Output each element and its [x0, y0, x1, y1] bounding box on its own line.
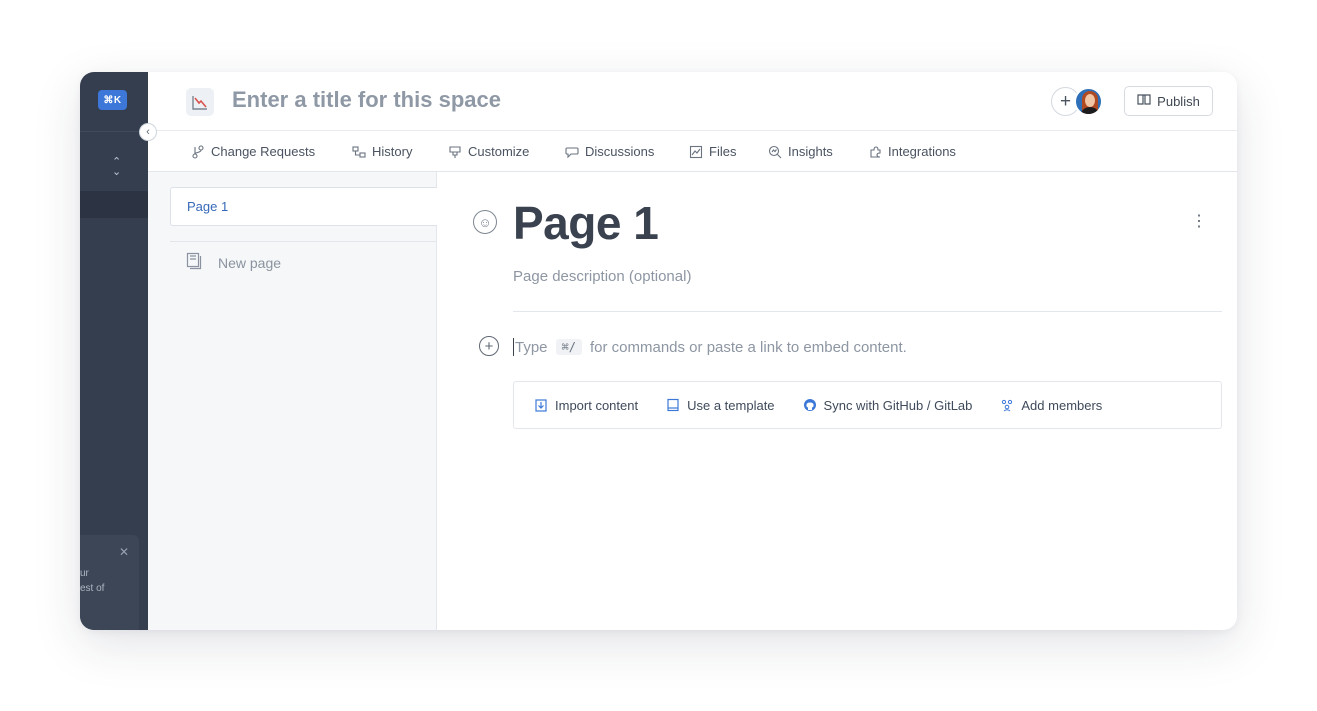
hint-text-before: Type	[515, 338, 548, 356]
editor-divider	[513, 311, 1222, 312]
new-page-label: New page	[218, 254, 282, 271]
sidebar-active-item[interactable]	[80, 191, 148, 218]
chat-bubble-icon	[564, 145, 580, 159]
tab-discussions[interactable]: Discussions	[564, 132, 654, 171]
tree-divider	[170, 241, 436, 242]
emoji-icon[interactable]: ☺	[473, 210, 497, 234]
new-page-icon	[186, 252, 204, 273]
add-members-button[interactable]: Add members	[1000, 398, 1102, 413]
github-icon	[803, 398, 817, 412]
tab-customize[interactable]: Customize	[447, 132, 529, 171]
tab-insights[interactable]: Insights	[767, 132, 833, 171]
more-options-icon[interactable]: ⋮	[1191, 214, 1207, 230]
app-window: ⌘K ⌃ ⌄ ✕ ur est of Enter a title for this…	[80, 72, 1237, 630]
brush-icon	[447, 145, 463, 159]
sidebar-notice-card: ✕ ur est of	[80, 535, 139, 630]
tab-files[interactable]: Files	[688, 132, 736, 171]
tab-label: Discussions	[585, 144, 655, 159]
tab-change-requests[interactable]: Change Requests	[190, 132, 315, 171]
hint-text-after: for commands or paste a link to embed co…	[589, 338, 907, 356]
avatar-face	[1085, 94, 1095, 107]
chart-down-icon[interactable]	[186, 88, 214, 116]
space-tabs: Change Requests History Customize Discus…	[148, 132, 1237, 172]
page-title[interactable]: Page 1	[513, 196, 659, 250]
tab-label: Insights	[788, 144, 833, 159]
use-template-button[interactable]: Use a template	[666, 397, 775, 413]
space-header: Enter a title for this space + Publish	[148, 72, 1237, 131]
search-shortcut-button[interactable]: ⌘K	[98, 90, 127, 110]
tree-page-item[interactable]: Page 1	[170, 187, 438, 226]
new-page-button[interactable]: New page	[186, 252, 281, 273]
chevron-left-icon[interactable]: ‹	[139, 123, 157, 141]
members-icon	[1000, 398, 1014, 412]
editor-input[interactable]: Type ⌘/ for commands or paste a link to …	[513, 336, 907, 358]
branch-icon	[190, 144, 206, 159]
close-icon[interactable]: ✕	[119, 545, 129, 559]
page-editor: ☺ Page 1 ⋮ Page description (optional) +…	[437, 172, 1237, 630]
tab-label: Customize	[468, 144, 530, 159]
insights-icon	[767, 145, 783, 159]
puzzle-icon	[867, 145, 883, 159]
page-description-input[interactable]: Page description (optional)	[513, 268, 691, 285]
tab-integrations[interactable]: Integrations	[867, 132, 956, 171]
import-content-button[interactable]: Import content	[534, 398, 638, 413]
files-icon	[688, 145, 704, 159]
sidebar-divider	[80, 131, 148, 132]
insert-block-button[interactable]: +	[479, 336, 499, 356]
command-shortcut-key: ⌘/	[555, 339, 582, 355]
avatar[interactable]	[1074, 87, 1103, 116]
action-label: Import content	[555, 397, 639, 413]
tab-label: Files	[709, 144, 737, 159]
publish-label: Publish	[1157, 93, 1200, 109]
tab-label: Change Requests	[211, 144, 316, 159]
history-icon	[351, 145, 367, 159]
tab-label: Integrations	[888, 144, 956, 159]
book-open-icon	[1137, 93, 1151, 109]
action-label: Add members	[1021, 397, 1103, 413]
import-icon	[534, 398, 548, 412]
chevron-up-down-icon[interactable]: ⌃ ⌄	[112, 157, 121, 178]
quick-actions-bar: Import content Use a template Sync with …	[513, 381, 1222, 429]
sidebar: ⌘K ⌃ ⌄ ✕ ur est of	[80, 72, 148, 630]
tab-label: History	[372, 144, 413, 159]
space-title-input[interactable]: Enter a title for this space	[232, 87, 501, 113]
action-label: Sync with GitHub / GitLab	[823, 397, 973, 413]
text-caret	[513, 338, 514, 356]
sync-github-button[interactable]: Sync with GitHub / GitLab	[803, 397, 973, 413]
tab-history[interactable]: History	[351, 132, 412, 171]
action-label: Use a template	[687, 397, 775, 413]
sidebar-notice-text: ur est of	[80, 568, 105, 594]
plus-icon: +	[1059, 90, 1072, 112]
publish-button[interactable]: Publish	[1124, 86, 1213, 116]
template-icon	[666, 398, 680, 412]
plus-icon: +	[484, 337, 494, 355]
page-tree: Page 1 New page	[148, 172, 438, 630]
